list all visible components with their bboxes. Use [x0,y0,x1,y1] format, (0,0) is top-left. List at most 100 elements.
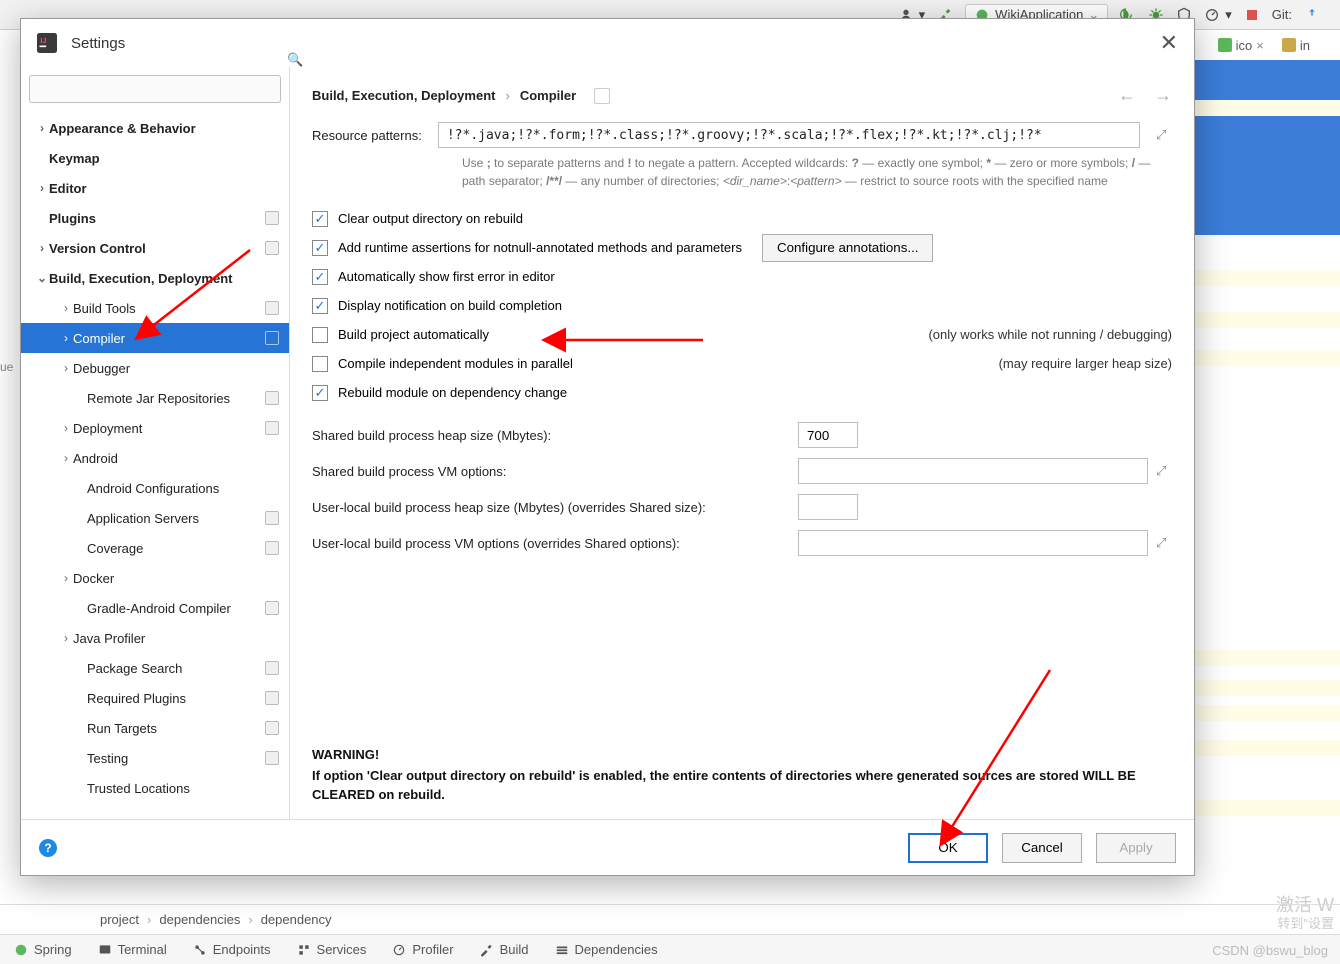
checkbox-row: ✓Rebuild module on dependency change [312,378,1172,407]
form-row: User-local build process heap size (Mbyt… [312,489,1172,525]
checkbox-row: Compile independent modules in parallel(… [312,349,1172,378]
sidebar-item-android[interactable]: ›Android [21,443,289,473]
chevron-icon: › [59,301,73,315]
field-input[interactable] [798,458,1148,484]
sidebar-item-build-tools[interactable]: ›Build Tools [21,293,289,323]
configure-annotations-button[interactable]: Configure annotations... [762,234,934,262]
scope-badge-icon [265,601,279,615]
profiler-icon[interactable]: ▾ [1204,7,1232,23]
close-icon[interactable]: ✕ [1160,30,1178,56]
breadcrumb-item[interactable]: dependencies [159,912,240,927]
chevron-icon: › [35,181,49,195]
sidebar-item-java-profiler[interactable]: ›Java Profiler [21,623,289,653]
tool-window-spring[interactable]: Spring [14,942,72,957]
nav-forward-icon[interactable]: → [1154,85,1172,106]
checkbox-note: (only works while not running / debuggin… [928,327,1172,342]
tool-window-services[interactable]: Services [297,942,367,957]
checkbox[interactable] [312,356,328,372]
sidebar-item-editor[interactable]: ›Editor [21,173,289,203]
ok-button[interactable]: OK [908,833,988,863]
sidebar-item-label: Package Search [87,661,265,676]
chevron-icon: ⌄ [35,271,49,285]
git-label: Git: [1272,7,1292,22]
apply-button[interactable]: Apply [1096,833,1176,863]
breadcrumb-item[interactable]: dependency [261,912,332,927]
field-input[interactable] [798,530,1148,556]
expand-icon[interactable]: ⤢ [1156,463,1172,479]
tool-window-dependencies[interactable]: Dependencies [555,942,658,957]
csdn-watermark: CSDN @bswu_blog [1212,943,1328,958]
nav-back-icon[interactable]: ← [1118,85,1136,106]
sidebar-item-label: Build Tools [73,301,265,316]
editor-tab[interactable]: in [1282,38,1310,53]
sidebar-item-run-targets[interactable]: Run Targets [21,713,289,743]
sidebar-item-keymap[interactable]: Keymap [21,143,289,173]
settings-content: Build, Execution, Deployment›Compiler ← … [290,67,1194,819]
search-input[interactable] [29,75,281,103]
checkbox[interactable]: ✓ [312,385,328,401]
sidebar-item-plugins[interactable]: Plugins [21,203,289,233]
sidebar-item-label: Required Plugins [87,691,265,706]
sidebar-item-languages-frameworks[interactable]: ›Languages & Frameworks [21,803,289,811]
scope-icon [594,88,610,104]
sidebar-item-label: Gradle-Android Compiler [87,601,265,616]
tool-window-terminal[interactable]: Terminal [98,942,167,957]
sidebar-item-required-plugins[interactable]: Required Plugins [21,683,289,713]
sidebar-item-label: Application Servers [87,511,265,526]
expand-icon[interactable]: ⤢ [1156,127,1172,143]
scope-badge-icon [265,661,279,675]
dialog-titlebar: IJ Settings ✕ [21,19,1194,67]
breadcrumb-item[interactable]: project [100,912,139,927]
sidebar-item-coverage[interactable]: Coverage [21,533,289,563]
chevron-icon: › [59,331,73,345]
sidebar-item-compiler[interactable]: ›Compiler [21,323,289,353]
sidebar-item-label: Keymap [49,151,279,166]
help-icon[interactable]: ? [39,839,57,857]
checkbox[interactable] [312,327,328,343]
sidebar-item-label: Android [73,451,279,466]
editor-marker-bar [1195,60,1340,904]
tool-window-endpoints[interactable]: Endpoints [193,942,271,957]
editor-tab[interactable]: ico× [1218,38,1264,53]
scope-badge-icon [265,391,279,405]
checkbox[interactable]: ✓ [312,240,328,256]
gutter-text: ue [0,360,13,374]
sidebar-item-android-configurations[interactable]: Android Configurations [21,473,289,503]
checkbox[interactable]: ✓ [312,269,328,285]
expand-icon[interactable]: ⤢ [1156,535,1172,551]
stop-icon[interactable] [1244,7,1260,23]
sidebar-item-docker[interactable]: ›Docker [21,563,289,593]
sidebar-item-debugger[interactable]: ›Debugger [21,353,289,383]
checkbox-row: ✓Clear output directory on rebuild [312,204,1172,233]
field-input[interactable] [798,494,858,520]
field-label: Shared build process VM options: [312,464,790,479]
sidebar-item-gradle-android-compiler[interactable]: Gradle-Android Compiler [21,593,289,623]
scope-badge-icon [265,751,279,765]
sidebar-item-package-search[interactable]: Package Search [21,653,289,683]
close-tab-icon[interactable]: × [1256,38,1264,53]
sidebar-item-testing[interactable]: Testing [21,743,289,773]
sidebar-item-deployment[interactable]: ›Deployment [21,413,289,443]
tool-window-build[interactable]: Build [480,942,529,957]
sidebar-item-label: Build, Execution, Deployment [49,271,279,286]
sidebar-item-trusted-locations[interactable]: Trusted Locations [21,773,289,803]
checkbox[interactable]: ✓ [312,211,328,227]
sidebar-item-build-execution-deployment[interactable]: ⌄Build, Execution, Deployment [21,263,289,293]
field-input[interactable] [798,422,858,448]
cancel-button[interactable]: Cancel [1002,833,1082,863]
settings-sidebar: 🔍 ›Appearance & BehaviorKeymap›EditorPlu… [21,67,290,819]
sidebar-item-remote-jar-repositories[interactable]: Remote Jar Repositories [21,383,289,413]
chevron-icon: › [59,571,73,585]
sidebar-item-label: Testing [87,751,265,766]
sidebar-item-version-control[interactable]: ›Version Control [21,233,289,263]
tool-window-profiler[interactable]: Profiler [392,942,453,957]
checkbox[interactable]: ✓ [312,298,328,314]
sidebar-item-label: Coverage [87,541,265,556]
sidebar-item-label: Compiler [73,331,265,346]
git-update-icon[interactable] [1304,7,1320,23]
sidebar-item-appearance-behavior[interactable]: ›Appearance & Behavior [21,113,289,143]
sidebar-item-application-servers[interactable]: Application Servers [21,503,289,533]
resource-patterns-input[interactable] [438,122,1140,148]
tab-label: in [1300,38,1310,53]
form-row: User-local build process VM options (ove… [312,525,1172,561]
